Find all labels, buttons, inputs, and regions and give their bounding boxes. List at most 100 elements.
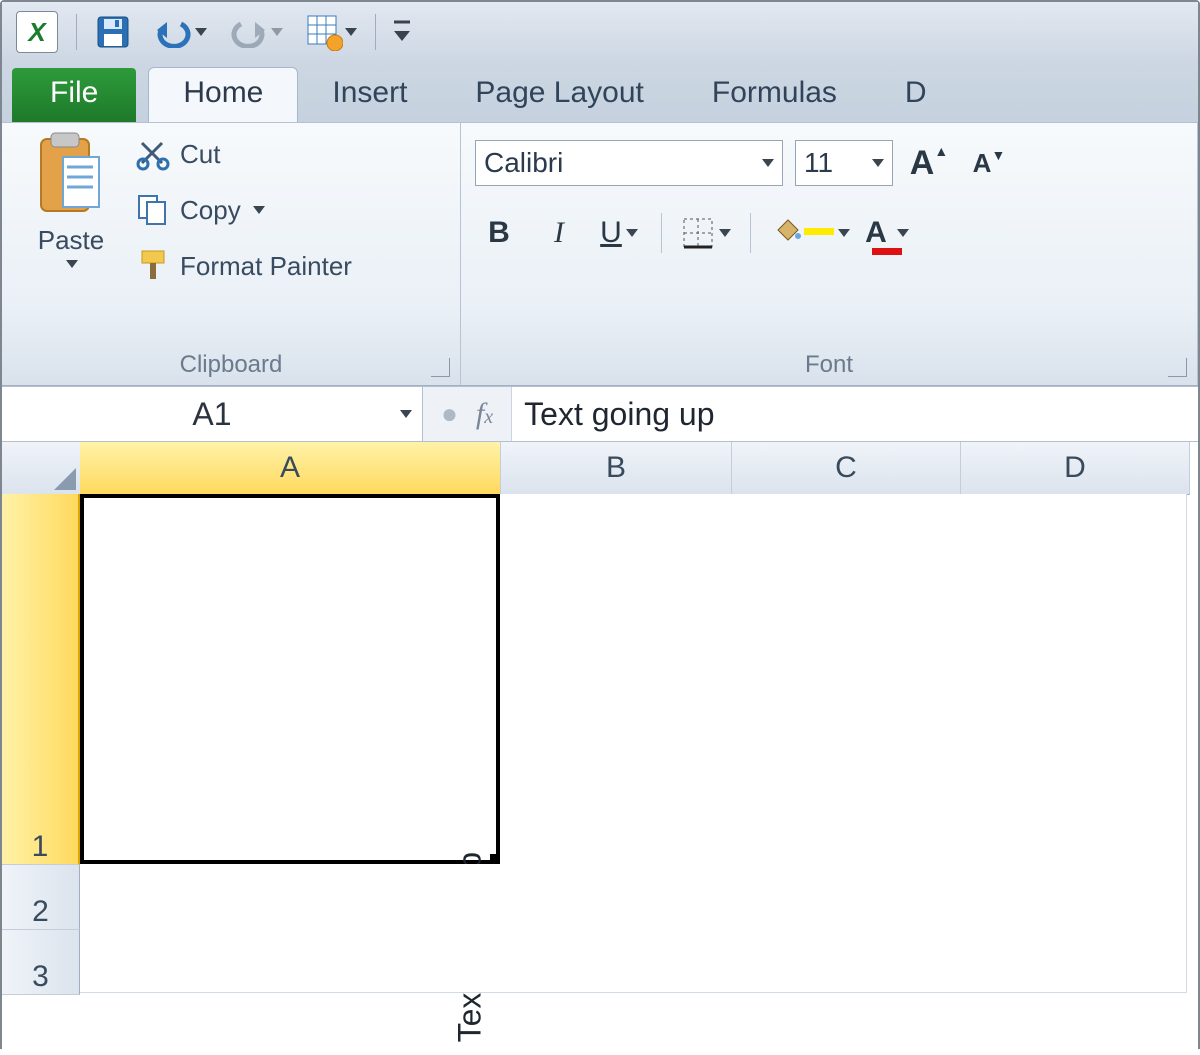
fill-color-button[interactable] <box>769 209 851 257</box>
cell-c1[interactable] <box>730 494 959 865</box>
decrease-font-button[interactable]: A▼ <box>965 139 1013 187</box>
cell-c2[interactable] <box>730 864 959 929</box>
row-header-2[interactable]: 2 <box>2 865 80 930</box>
tab-data[interactable]: D <box>871 68 961 122</box>
cut-button[interactable]: Cut <box>136 129 352 179</box>
fx-buttons: ● fx <box>423 387 512 441</box>
excel-logo[interactable]: X <box>12 14 62 50</box>
underline-button[interactable]: U <box>595 209 643 257</box>
format-painter-label: Format Painter <box>180 251 352 282</box>
chevron-down-icon <box>400 410 412 418</box>
cell-a1[interactable]: Text going up <box>80 494 500 864</box>
dialog-launcher-icon[interactable] <box>431 358 450 377</box>
cell-a3[interactable] <box>80 928 501 993</box>
increase-font-button[interactable]: A▲ <box>905 139 953 187</box>
chevron-down-icon <box>626 229 638 237</box>
chevron-down-icon <box>897 229 909 237</box>
cell-a2[interactable] <box>80 864 501 929</box>
col-header-b[interactable]: B <box>501 442 732 495</box>
ribbon: Paste Cut Copy Format Painte <box>2 122 1198 386</box>
sheet-icon <box>305 13 343 51</box>
dialog-launcher-icon[interactable] <box>1168 358 1187 377</box>
chevron-down-icon <box>66 260 78 268</box>
ribbon-tabs: File Home Insert Page Layout Formulas D <box>2 62 1198 122</box>
row-header-3[interactable]: 3 <box>2 930 80 995</box>
italic-button[interactable]: I <box>535 209 583 257</box>
col-header-a[interactable]: A <box>80 442 501 496</box>
bold-button[interactable]: B <box>475 209 523 257</box>
more-icon <box>394 19 410 45</box>
title-bar: X <box>2 2 1198 62</box>
cell-d3[interactable] <box>958 928 1187 993</box>
paste-label: Paste <box>38 225 105 256</box>
name-box-value: A1 <box>192 396 231 433</box>
cell-d2[interactable] <box>958 864 1187 929</box>
separator <box>375 14 376 50</box>
copy-label: Copy <box>180 195 241 226</box>
font-name-value: Calibri <box>484 147 563 179</box>
qat-more-button[interactable] <box>390 14 414 50</box>
chevron-down-icon <box>195 28 207 36</box>
formula-bar[interactable]: Text going up <box>512 387 1198 441</box>
undo-button[interactable] <box>149 14 211 50</box>
name-box[interactable]: A1 <box>2 387 423 441</box>
cell-d1[interactable] <box>958 494 1187 865</box>
group-label-clipboard: Clipboard <box>16 347 446 383</box>
formula-value: Text going up <box>524 396 714 433</box>
bucket-icon <box>770 216 804 250</box>
qat-customize-button[interactable] <box>301 14 361 50</box>
separator <box>661 213 662 253</box>
font-name-combo[interactable]: Calibri <box>475 140 783 186</box>
chevron-down-icon <box>345 28 357 36</box>
group-clipboard: Paste Cut Copy Format Painte <box>2 123 461 385</box>
fx-icon[interactable]: fx <box>476 397 493 431</box>
scissors-icon <box>136 137 170 171</box>
copy-button[interactable]: Copy <box>136 185 352 235</box>
chevron-down-icon <box>253 206 265 214</box>
save-button[interactable] <box>91 14 135 50</box>
col-header-d[interactable]: D <box>961 442 1190 495</box>
group-label-font: Font <box>475 347 1183 383</box>
format-painter-button[interactable]: Format Painter <box>136 241 352 291</box>
paintbrush-icon <box>136 249 170 283</box>
cell-b1[interactable] <box>500 494 731 865</box>
cells: Text going up <box>80 494 1198 1055</box>
font-color-button[interactable]: A <box>863 209 911 257</box>
column-headers: A B C D <box>80 442 1198 494</box>
select-all-corner[interactable] <box>2 442 81 495</box>
cell-b2[interactable] <box>500 864 731 929</box>
col-header-c[interactable]: C <box>732 442 961 495</box>
copy-icon <box>136 193 170 227</box>
cell-b3[interactable] <box>500 928 731 993</box>
font-size-value: 11 <box>804 147 833 179</box>
cancel-formula-button[interactable]: ● <box>441 398 458 430</box>
chevron-down-icon <box>719 229 731 237</box>
redo-icon <box>229 16 269 48</box>
separator <box>750 213 751 253</box>
paste-icon <box>35 129 107 225</box>
chevron-down-icon <box>762 159 774 167</box>
cell-c3[interactable] <box>730 928 959 993</box>
save-icon <box>95 14 131 50</box>
tab-home[interactable]: Home <box>148 67 298 122</box>
formula-bar-row: A1 ● fx Text going up <box>2 386 1198 442</box>
redo-button[interactable] <box>225 14 287 50</box>
undo-icon <box>153 16 193 48</box>
tab-file[interactable]: File <box>12 68 136 122</box>
tab-page-layout[interactable]: Page Layout <box>441 68 677 122</box>
chevron-down-icon <box>872 159 884 167</box>
font-size-combo[interactable]: 11 <box>795 140 893 186</box>
row-headers: 1 2 3 <box>2 494 80 995</box>
chevron-down-icon <box>271 28 283 36</box>
excel-window: X File Home Insert Page Layout Formulas … <box>0 0 1200 1049</box>
tab-insert[interactable]: Insert <box>298 68 441 122</box>
row-header-1[interactable]: 1 <box>2 494 80 865</box>
borders-button[interactable] <box>680 209 732 257</box>
cut-label: Cut <box>180 139 220 170</box>
separator <box>76 14 77 50</box>
worksheet-grid: A B C D 1 2 3 Text going up <box>2 442 1198 1055</box>
borders-icon <box>681 216 715 250</box>
tab-formulas[interactable]: Formulas <box>678 68 871 122</box>
paste-button[interactable]: Paste <box>16 129 126 268</box>
chevron-down-icon <box>838 229 850 237</box>
